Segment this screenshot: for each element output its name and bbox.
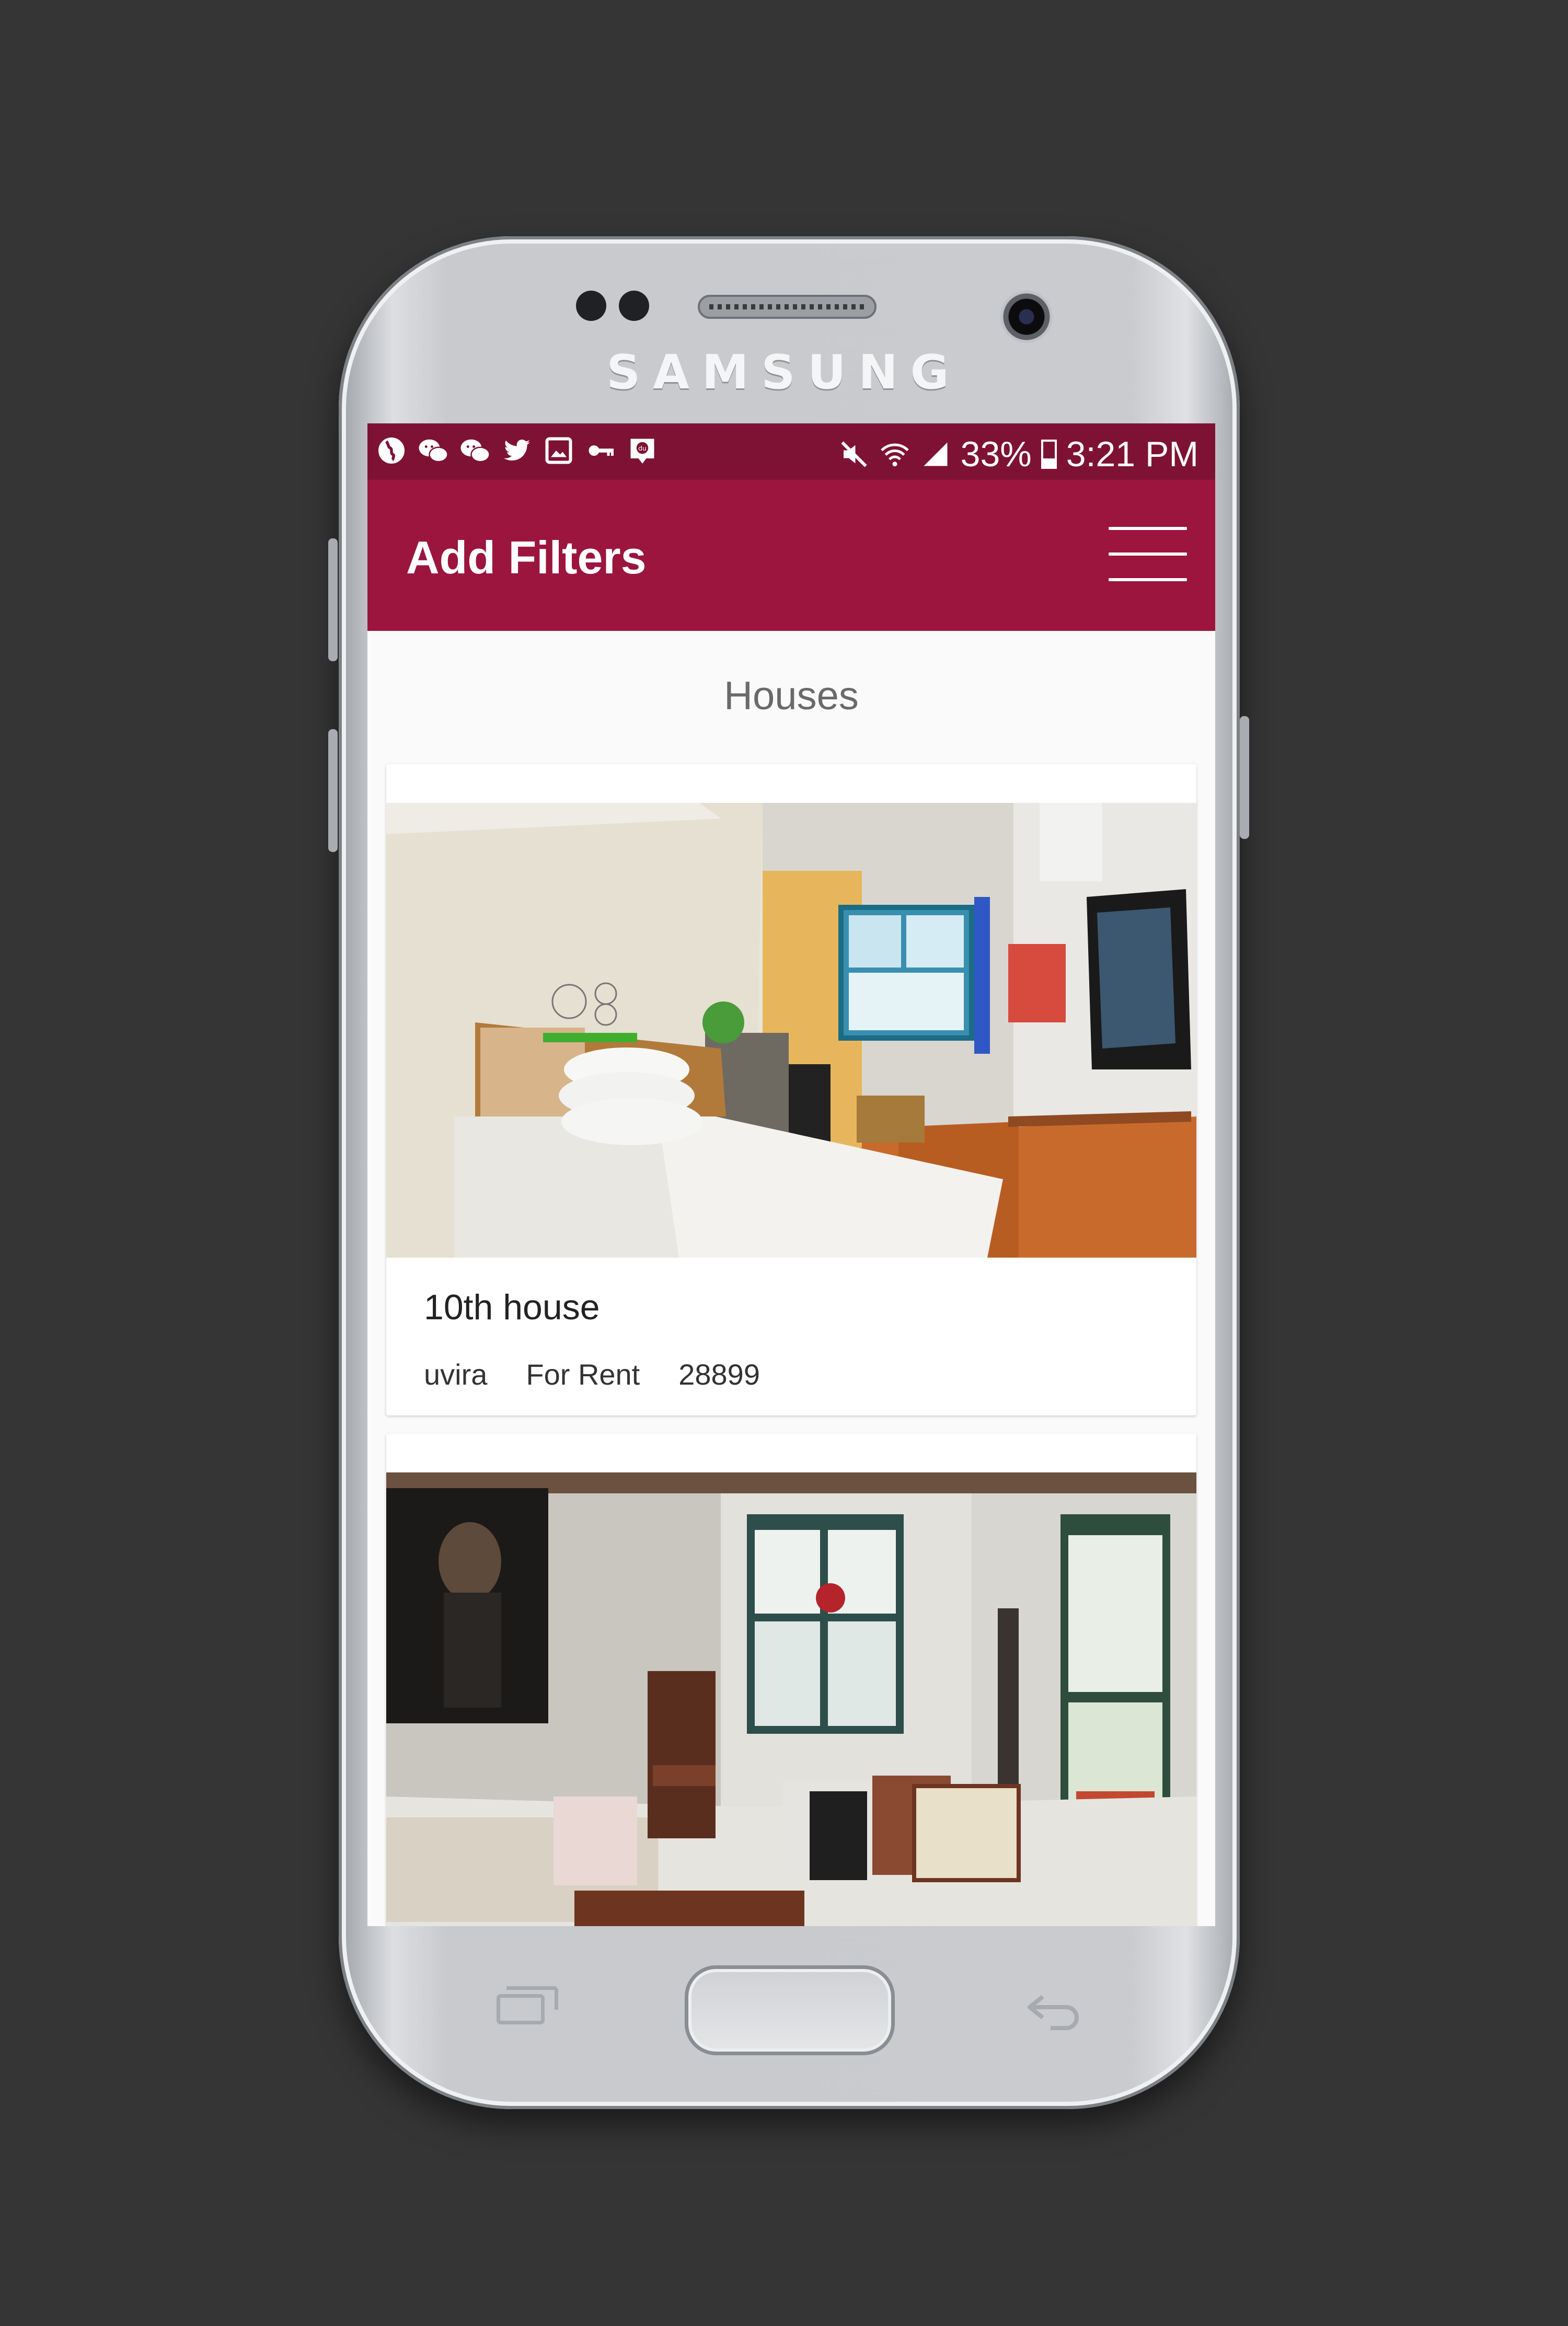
svg-text:du: du: [638, 444, 647, 452]
twitter-icon: [501, 435, 533, 466]
brand-logo: SAMSUNG: [606, 345, 962, 400]
page-title: Add Filters: [406, 532, 647, 583]
du-icon: du: [627, 435, 658, 466]
key-icon: [585, 435, 616, 466]
light-sensor: [619, 291, 649, 321]
wifi-icon: [879, 439, 910, 470]
listing-price: 28899: [678, 1358, 760, 1391]
signal-icon: [920, 439, 951, 470]
screen: du 33% 3:21 PM Add Filters Houses 10th h…: [367, 423, 1215, 1926]
listing-card[interactable]: [386, 1434, 1196, 1926]
listing-details: uvira For Rent 28899: [424, 1357, 760, 1391]
mute-icon: [838, 439, 870, 470]
listing-status: For Rent: [526, 1358, 640, 1391]
listing-photo-bedroom: [386, 803, 1196, 1258]
earpiece-speaker: [698, 295, 877, 319]
listing-location: uvira: [424, 1358, 488, 1391]
proximity-sensor: [576, 291, 606, 321]
hamburger-menu-icon[interactable]: [1109, 527, 1187, 581]
notification-icons: du: [376, 435, 658, 466]
volume-down-button: [328, 729, 338, 852]
globe-icon: [376, 435, 407, 466]
image-icon: [543, 435, 574, 466]
battery-icon: [1041, 440, 1057, 469]
volume-up-button: [328, 538, 338, 661]
power-button: [1240, 716, 1249, 839]
system-status: 33% 3:21 PM: [838, 434, 1198, 475]
wechat-icon: [418, 435, 449, 466]
back-button[interactable]: [1024, 1986, 1082, 2033]
listing-photo-living-room: [386, 1472, 1196, 1926]
recent-apps-button[interactable]: [497, 1986, 558, 2024]
section-title: Houses: [724, 674, 859, 718]
front-camera: [1000, 291, 1053, 343]
wechat-icon: [459, 435, 491, 466]
home-button[interactable]: [685, 1965, 895, 2055]
listing-card[interactable]: 10th house uvira For Rent 28899: [386, 764, 1196, 1415]
app-bar: Add Filters: [367, 480, 1215, 631]
battery-percent: 33%: [960, 434, 1032, 474]
listing-title: 10th house: [424, 1287, 600, 1327]
clock: 3:21 PM: [1066, 434, 1198, 474]
status-bar: du 33% 3:21 PM: [367, 423, 1215, 480]
